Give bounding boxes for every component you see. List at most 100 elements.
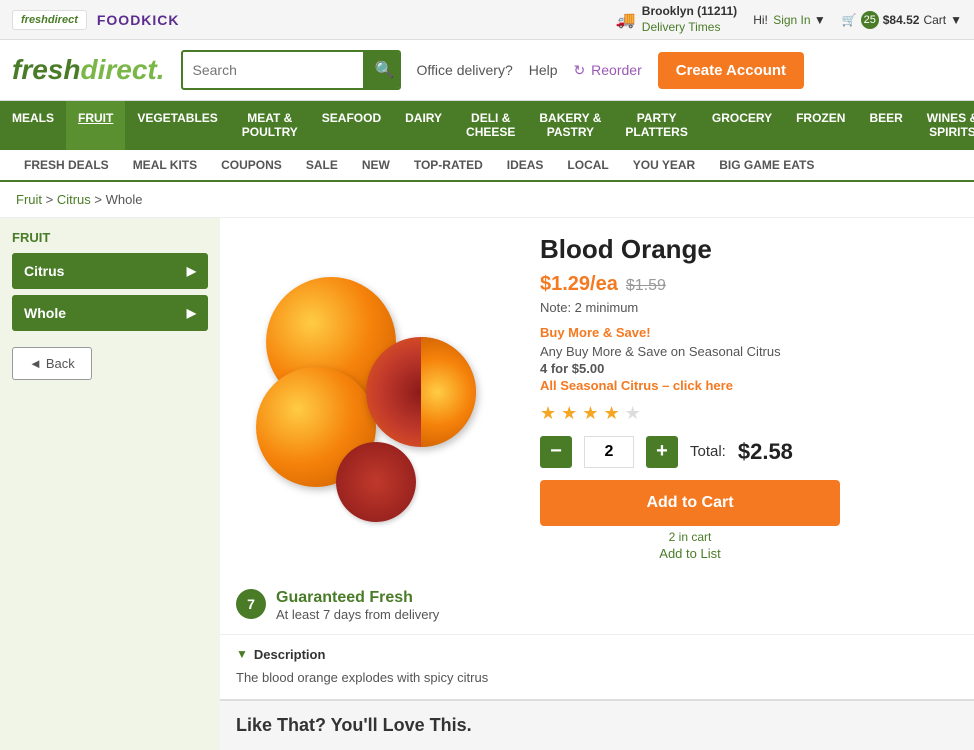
add-to-list-link[interactable]: Add to List	[540, 546, 840, 561]
quantity-input[interactable]	[584, 436, 634, 468]
sidebar-citrus-label: Citrus	[24, 263, 64, 279]
freshdirect-logo[interactable]: freshdirect.	[12, 54, 165, 86]
sign-in-link[interactable]: Sign In	[773, 13, 810, 27]
delivery-info[interactable]: 🚚 Brooklyn (11211) Delivery Times	[616, 4, 737, 35]
total-label: Total:	[690, 443, 726, 460]
nav-meat-poultry[interactable]: MEAT &POULTRY	[230, 101, 310, 150]
quantity-increase-button[interactable]: +	[646, 436, 678, 468]
delivery-city: Brooklyn (11211)	[642, 4, 737, 20]
help-link[interactable]: Help	[529, 62, 558, 78]
sidebar-item-citrus[interactable]: Citrus ▶	[12, 253, 208, 289]
back-label: Back	[46, 356, 75, 371]
breadcrumb-fruit[interactable]: Fruit	[16, 192, 42, 207]
nav-seafood[interactable]: SEAFOOD	[310, 101, 393, 150]
promo-link[interactable]: All Seasonal Citrus – click here	[540, 378, 958, 393]
truck-icon: 🚚	[616, 10, 636, 30]
citrus-arrow-icon: ▶	[187, 264, 196, 278]
subnav-you-year[interactable]: YOU YEAR	[621, 150, 707, 180]
create-account-button[interactable]: Create Account	[658, 52, 804, 89]
office-delivery-link[interactable]: Office delivery?	[417, 62, 513, 78]
nav-party-platters[interactable]: PARTYPLATTERS	[613, 101, 699, 150]
guaranteed-subtitle: At least 7 days from delivery	[276, 607, 439, 622]
nav-wines-spirits[interactable]: WINES &SPIRITS	[915, 101, 974, 150]
nav-vegetables[interactable]: VEGETABLES	[125, 101, 229, 150]
product-note: Note: 2 minimum	[540, 300, 958, 315]
sign-in-section[interactable]: Hi! Sign In ▼	[753, 13, 826, 27]
subnav-meal-kits[interactable]: MEAL KITS	[121, 150, 209, 180]
promo-title: Buy More & Save!	[540, 325, 958, 340]
sidebar: FRUIT Citrus ▶ Whole ▶ ◄ Back	[0, 218, 220, 750]
cart-info[interactable]: 🛒 25 $84.52 Cart ▼	[842, 11, 962, 29]
promo-deal: 4 for $5.00	[540, 361, 604, 376]
product-area: Blood Orange $1.29/ea $1.59 Note: 2 mini…	[220, 218, 974, 750]
breadcrumb-sep1: >	[46, 192, 57, 207]
orange-slice-img	[336, 442, 416, 522]
nav-grocery[interactable]: GROCERY	[700, 101, 784, 150]
main-nav: MEALS FRUIT VEGETABLES MEAT &POULTRY SEA…	[0, 101, 974, 150]
desc-arrow-icon: ▼	[236, 647, 248, 661]
whole-arrow-icon: ▶	[187, 306, 196, 320]
subnav-new[interactable]: NEW	[350, 150, 402, 180]
like-that-title: Like That? You'll Love This.	[236, 715, 958, 736]
freshdirect-logo-text: freshdirect	[21, 14, 78, 26]
nav-meals[interactable]: MEALS	[0, 101, 66, 150]
price-current: $1.29/ea	[540, 273, 618, 296]
quantity-row: − + Total: $2.58	[540, 436, 958, 468]
subnav-sale[interactable]: SALE	[294, 150, 350, 180]
subnav-fresh-deals[interactable]: FRESH DEALS	[12, 150, 121, 180]
in-cart-text: 2 in cart	[540, 530, 840, 544]
foodkick-logo[interactable]: FOODKICK	[97, 12, 180, 28]
product-main: Blood Orange $1.29/ea $1.59 Note: 2 mini…	[220, 218, 974, 577]
subnav-local[interactable]: LOCAL	[555, 150, 620, 180]
header-links: Office delivery? Help ↻ Reorder	[417, 62, 642, 79]
add-to-cart-button[interactable]: Add to Cart	[540, 480, 840, 526]
nav-beer[interactable]: BEER	[857, 101, 914, 150]
reorder-icon: ↻	[574, 62, 586, 78]
product-price: $1.29/ea $1.59	[540, 273, 958, 296]
reorder-link[interactable]: ↻ Reorder	[574, 62, 642, 79]
description-title[interactable]: ▼ Description	[236, 647, 958, 662]
delivery-text: Brooklyn (11211) Delivery Times	[642, 4, 737, 35]
nav-dairy[interactable]: DAIRY	[393, 101, 454, 150]
delivery-times-link[interactable]: Delivery Times	[642, 20, 737, 36]
star-2: ★	[561, 403, 577, 423]
sub-nav: FRESH DEALS MEAL KITS COUPONS SALE NEW T…	[0, 150, 974, 182]
sidebar-item-whole[interactable]: Whole ▶	[12, 295, 208, 331]
star-3: ★	[582, 403, 598, 423]
top-bar: freshdirect FOODKICK 🚚 Brooklyn (11211) …	[0, 0, 974, 40]
subnav-big-game-eats[interactable]: BIG GAME EATS	[707, 150, 826, 180]
freshdirect-logo-small[interactable]: freshdirect	[12, 10, 87, 30]
subnav-coupons[interactable]: COUPONS	[209, 150, 294, 180]
logo-fresh-part: fresh	[12, 54, 80, 85]
back-button[interactable]: ◄ Back	[12, 347, 92, 380]
product-image	[246, 257, 506, 537]
guaranteed-text: Guaranteed Fresh At least 7 days from de…	[276, 589, 439, 622]
guaranteed-fresh-section: 7 Guaranteed Fresh At least 7 days from …	[220, 577, 974, 634]
cart-label: Cart	[923, 13, 946, 27]
breadcrumb: Fruit > Citrus > Whole	[0, 182, 974, 218]
cart-count: 25	[861, 11, 879, 29]
desc-title-text: Description	[254, 647, 326, 662]
sidebar-title: FRUIT	[12, 230, 208, 245]
nav-fruit[interactable]: FRUIT	[66, 101, 125, 150]
star-1: ★	[540, 403, 556, 423]
star-4: ★	[603, 403, 619, 423]
search-bar: 🔍	[181, 50, 401, 90]
guaranteed-title: Guaranteed Fresh	[276, 589, 439, 607]
subnav-ideas[interactable]: IDEAS	[495, 150, 556, 180]
search-button[interactable]: 🔍	[363, 52, 401, 88]
search-input[interactable]	[183, 54, 363, 86]
quantity-decrease-button[interactable]: −	[540, 436, 572, 468]
promo-line2: 4 for $5.00	[540, 361, 958, 376]
subnav-top-rated[interactable]: TOP-RATED	[402, 150, 495, 180]
nav-bakery-pastry[interactable]: BAKERY &PASTRY	[527, 101, 613, 150]
description-section: ▼ Description The blood orange explodes …	[220, 634, 974, 700]
breadcrumb-sep2: >	[94, 192, 105, 207]
reorder-label: Reorder	[591, 62, 642, 78]
product-stars: ★ ★ ★ ★ ★	[540, 403, 958, 424]
nav-deli-cheese[interactable]: DELI &CHEESE	[454, 101, 527, 150]
promo-line1: Any Buy More & Save on Seasonal Citrus	[540, 344, 958, 359]
breadcrumb-citrus[interactable]: Citrus	[57, 192, 91, 207]
header: freshdirect. 🔍 Office delivery? Help ↻ R…	[0, 40, 974, 101]
nav-frozen[interactable]: FROZEN	[784, 101, 857, 150]
